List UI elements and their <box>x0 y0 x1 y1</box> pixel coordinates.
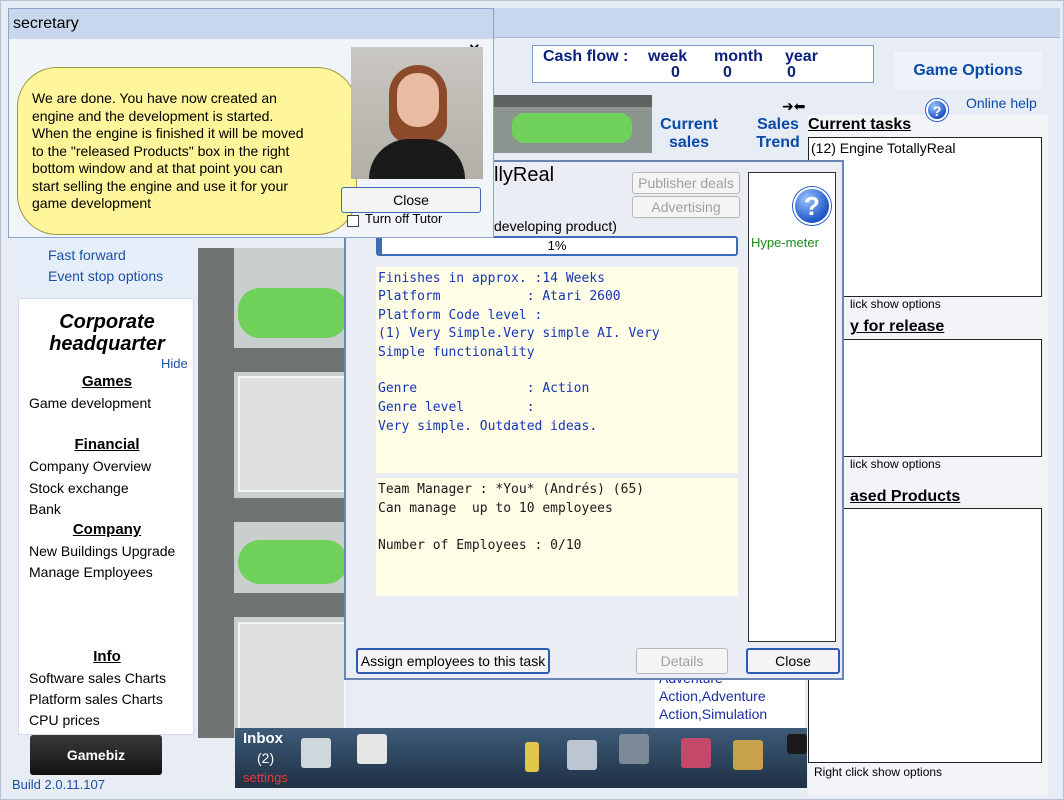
current-sales-header[interactable]: Current sales <box>656 116 722 152</box>
secretary-photo <box>351 47 483 179</box>
settings-link[interactable]: settings <box>243 770 288 785</box>
dialog-title: llyReal <box>494 164 555 186</box>
cashflow-month-label: month <box>714 48 763 65</box>
detail-line: Very simple. Outdated ideas. <box>378 419 598 434</box>
game-window: Cash flow : week month year 0 0 0 Game O… <box>0 0 1064 800</box>
monitor-icon[interactable] <box>787 734 807 754</box>
assign-employees-button[interactable]: Assign employees to this task <box>356 648 550 674</box>
click-note-released: Right click show options <box>814 765 943 779</box>
progress-fill <box>378 238 382 254</box>
fast-forward-link[interactable]: Fast forward <box>48 247 126 263</box>
detail-line: Simple functionality <box>378 345 535 360</box>
right-panel: ? Online help Current tasks (12) Engine … <box>808 95 1048 795</box>
menu-new-buildings-upgrade[interactable]: New Buildings Upgrade <box>29 543 175 559</box>
bottom-taskbar: Inbox (2) settings <box>235 728 807 788</box>
trend-arrows-icon[interactable]: ➜⬅ <box>782 98 805 115</box>
ready-for-release-title: y for release <box>850 318 945 335</box>
menu-platform-sales-charts[interactable]: Platform sales Charts <box>29 691 163 707</box>
city-map-top <box>492 95 652 153</box>
publisher-deals-button[interactable]: Publisher deals <box>632 172 740 194</box>
product-details-box: Finishes in approx. :14 Weeks Platform :… <box>376 267 738 473</box>
corporate-headquarter-menu: Corporate headquarter Hide Games Game de… <box>18 298 194 735</box>
hq-title-line2: headquarter <box>49 333 165 355</box>
chart-icon[interactable] <box>567 740 597 770</box>
hype-meter-label: Hype-meter <box>751 235 819 250</box>
cashflow-week-value: 0 <box>671 64 680 81</box>
inbox-count: (2) <box>257 750 275 766</box>
team-info-box: Team Manager : *You* (Andrés) (65) Can m… <box>376 478 738 596</box>
detail-line: Finishes in approx. :14 Weeks <box>378 271 605 286</box>
detail-line: Platform : Atari 2600 <box>378 289 621 304</box>
current-tasks-title: Current tasks <box>808 116 912 133</box>
game-options-button[interactable]: Game Options <box>894 52 1042 90</box>
menu-company-overview[interactable]: Company Overview <box>29 458 151 474</box>
genre-item[interactable]: Action,Simulation <box>659 706 767 722</box>
menu-bank[interactable]: Bank <box>29 501 61 517</box>
turn-off-tutor-checkbox[interactable] <box>347 215 359 227</box>
menu-stock-exchange[interactable]: Stock exchange <box>29 480 129 496</box>
genre-item[interactable]: Action,Adventure <box>659 688 766 704</box>
inbox-label[interactable]: Inbox <box>243 730 283 747</box>
build-version: Build 2.0.11.107 <box>12 777 105 792</box>
section-financial: Financial <box>74 436 140 453</box>
product-dialog: llyReal Publisher deals Advertising deve… <box>344 160 844 680</box>
hype-meter-panel: ? Hype-meter <box>748 172 836 642</box>
section-company: Company <box>72 521 142 538</box>
detail-line: Platform Code level : <box>378 308 543 323</box>
menu-game-development[interactable]: Game development <box>29 395 151 411</box>
detail-line: Genre : Action <box>378 381 590 396</box>
sales-trend-header[interactable]: Sales Trend <box>750 116 806 152</box>
top-bar <box>492 8 1060 38</box>
team-line: Can manage up to 10 employees <box>378 501 613 516</box>
gamebiz-logo: Gamebiz <box>30 735 162 775</box>
hq-title-line1: Corporate <box>59 311 155 333</box>
advertising-button[interactable]: Advertising <box>632 196 740 218</box>
menu-software-sales-charts[interactable]: Software sales Charts <box>29 670 166 686</box>
team-line: Number of Employees : 0/10 <box>378 538 582 553</box>
music-icon[interactable] <box>681 738 711 768</box>
sfx-icon[interactable] <box>733 740 763 770</box>
city-icon[interactable] <box>619 734 649 764</box>
details-button[interactable]: Details <box>636 648 728 674</box>
mail-icon[interactable] <box>301 738 331 768</box>
section-games: Games <box>81 373 133 390</box>
secretary-window: secretary × We are done. You have now cr… <box>8 8 494 238</box>
click-note-ready: lick show options <box>850 457 941 471</box>
progress-bar: 1% <box>376 236 738 256</box>
cashflow-month-value: 0 <box>723 64 732 81</box>
task-item[interactable]: (12) Engine TotallyReal <box>811 140 956 156</box>
dialog-close-button[interactable]: Close <box>746 648 840 674</box>
building-icon[interactable] <box>525 742 539 772</box>
menu-cpu-prices[interactable]: CPU prices <box>29 712 100 728</box>
secretary-message: We are done. You have now created an eng… <box>32 90 304 211</box>
secretary-title: secretary <box>13 15 79 32</box>
click-note-tasks: lick show options <box>850 297 941 311</box>
help-icon[interactable]: ? <box>793 187 831 225</box>
speech-bubble: We are done. You have now created an eng… <box>17 67 357 235</box>
city-map[interactable] <box>198 248 346 738</box>
progress-text: 1% <box>547 238 567 253</box>
help-icon[interactable]: ? <box>926 99 948 121</box>
hq-hide-link[interactable]: Hide <box>161 356 188 371</box>
cashflow-year-value: 0 <box>787 64 796 81</box>
cashflow-label: Cash flow : <box>543 48 629 65</box>
team-line: Team Manager : *You* (Andrés) (65) <box>378 482 645 497</box>
turn-off-tutor-label: Turn off Tutor <box>365 211 443 223</box>
secretary-close-button[interactable]: Close <box>341 187 481 213</box>
event-stop-options-link[interactable]: Event stop options <box>48 268 163 284</box>
cashflow-week-label: week <box>648 48 688 65</box>
detail-line: (1) Very Simple.Very simple AI. Very <box>378 326 660 341</box>
released-products-title: ased Products <box>850 488 961 505</box>
menu-manage-employees[interactable]: Manage Employees <box>29 564 153 580</box>
genres-list[interactable]: Adventure Action,Adventure Action,Simula… <box>655 670 805 728</box>
online-help-link[interactable]: Online help <box>966 95 1037 111</box>
cashflow-panel: Cash flow : week month year 0 0 0 <box>532 45 874 83</box>
dialog-status-text: developing product) <box>494 218 617 234</box>
section-info: Info <box>93 648 121 665</box>
detail-line: Genre level : <box>378 400 535 415</box>
calendar-icon[interactable] <box>357 734 387 764</box>
